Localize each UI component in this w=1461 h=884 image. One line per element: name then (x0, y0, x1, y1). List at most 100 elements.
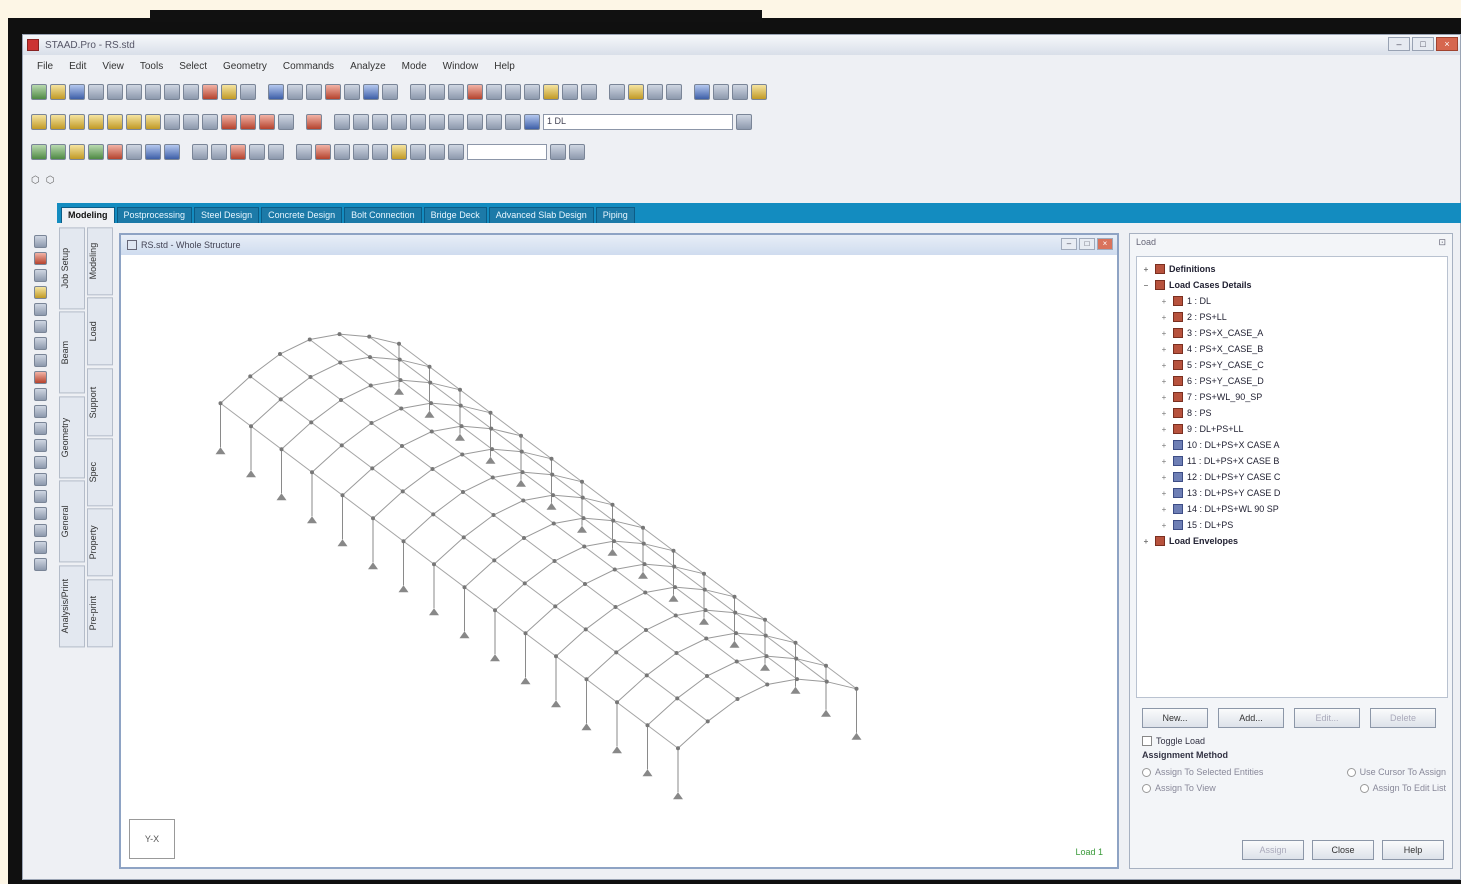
menu-mode[interactable]: Mode (394, 61, 435, 72)
mirror-icon[interactable] (524, 84, 540, 100)
tool-report-icon[interactable] (33, 541, 47, 554)
render-icon[interactable] (694, 84, 710, 100)
assign-button[interactable]: Assign (1242, 840, 1304, 860)
tree-load-combination[interactable]: +13 : DL+PS+Y CASE D (1141, 485, 1443, 501)
tool-output-icon[interactable] (33, 558, 47, 571)
copy-icon[interactable] (164, 84, 180, 100)
dimension-icon[interactable] (543, 84, 559, 100)
plate-icon[interactable] (363, 84, 379, 100)
add-plate-icon[interactable] (69, 144, 85, 160)
translate-icon[interactable] (278, 114, 294, 130)
open-file-icon[interactable] (50, 84, 66, 100)
renumber-icon[interactable] (230, 144, 246, 160)
tool-spec-icon[interactable] (33, 439, 47, 452)
print-icon[interactable] (88, 84, 104, 100)
edit-button[interactable]: Edit... (1294, 708, 1360, 728)
select-nodes-icon[interactable] (410, 84, 426, 100)
tab-concrete-design[interactable]: Concrete Design (261, 207, 343, 223)
tool-select-icon[interactable] (33, 235, 47, 248)
model-viewport[interactable]: RS.std - Whole Structure – □ × Y-X Load … (119, 233, 1119, 869)
tab-modeling[interactable]: Modeling (61, 207, 115, 223)
vtab-beam[interactable]: Beam (59, 311, 85, 394)
view-bottom-icon[interactable] (126, 114, 142, 130)
close-icon[interactable]: × (1436, 37, 1458, 51)
tool-group-icon[interactable] (33, 320, 47, 333)
rotate-z-icon[interactable] (202, 114, 218, 130)
tree-load-combination[interactable]: +11 : DL+PS+X CASE B (1141, 453, 1443, 469)
menu-help[interactable]: Help (486, 61, 523, 72)
label-plates-icon[interactable] (334, 144, 350, 160)
label-specs-icon[interactable] (410, 144, 426, 160)
expand-icon[interactable]: + (1159, 521, 1169, 530)
select-plates-icon[interactable] (448, 84, 464, 100)
tool-property-icon[interactable] (33, 456, 47, 469)
close-button[interactable]: Close (1312, 840, 1374, 860)
paste-icon[interactable] (183, 84, 199, 100)
load-icon[interactable] (524, 114, 540, 130)
new-button[interactable]: New... (1142, 708, 1208, 728)
expand-icon[interactable]: + (1159, 489, 1169, 498)
circular-repeat-icon[interactable] (126, 144, 142, 160)
menu-file[interactable]: File (29, 61, 61, 72)
grid-icon[interactable] (287, 84, 303, 100)
label-select[interactable] (467, 144, 547, 160)
zoom-dynamic-icon[interactable] (391, 114, 407, 130)
snap-icon[interactable] (306, 84, 322, 100)
menu-select[interactable]: Select (171, 61, 215, 72)
vtab-pre-print[interactable]: Pre-print (87, 578, 113, 647)
label-supports-icon[interactable] (353, 144, 369, 160)
tool-member-icon[interactable] (33, 388, 47, 401)
expand-icon[interactable]: + (1141, 537, 1151, 546)
tree-load-case[interactable]: +9 : DL+PS+LL (1141, 421, 1443, 437)
tree-load-envelopes[interactable]: + Load Envelopes (1141, 533, 1443, 549)
rotate-icon[interactable] (505, 84, 521, 100)
assign-view-option[interactable]: Assign To View (1142, 783, 1216, 794)
vtab-property[interactable]: Property (87, 508, 113, 577)
tool-material-icon[interactable] (33, 473, 47, 486)
load-tree[interactable]: + Definitions – Load Cases Details +1 : … (1136, 256, 1448, 698)
split-beam-icon[interactable] (164, 144, 180, 160)
rotate-y-icon[interactable] (183, 114, 199, 130)
label-properties-icon[interactable] (391, 144, 407, 160)
viewport-close-icon[interactable]: × (1097, 238, 1113, 250)
viewport-minimize-icon[interactable]: – (1061, 238, 1077, 250)
insert-node-icon[interactable] (145, 144, 161, 160)
tree-definitions[interactable]: + Definitions (1141, 261, 1443, 277)
vtab-geometry[interactable]: Geometry (59, 395, 85, 479)
tree-load-case[interactable]: +8 : PS (1141, 405, 1443, 421)
expand-icon[interactable]: + (1159, 457, 1169, 466)
expand-icon[interactable]: + (1159, 345, 1169, 354)
view-icon[interactable] (268, 84, 284, 100)
display-view-icon[interactable] (486, 114, 502, 130)
expand-icon[interactable]: + (1159, 505, 1169, 514)
view-back-icon[interactable] (50, 114, 66, 130)
label-icon[interactable] (562, 84, 578, 100)
zoom-icon[interactable] (221, 84, 237, 100)
tab-bridge-deck[interactable]: Bridge Deck (423, 207, 487, 223)
zoom-out-icon[interactable] (353, 114, 369, 130)
magnify-icon[interactable] (448, 114, 464, 130)
pan-icon[interactable] (240, 84, 256, 100)
properties-icon[interactable] (732, 84, 748, 100)
translational-repeat-icon[interactable] (107, 144, 123, 160)
view-left-icon[interactable] (69, 114, 85, 130)
command-icon-b[interactable]: ⬡ (46, 175, 55, 191)
expand-icon[interactable]: + (1159, 377, 1169, 386)
tab-advanced-slab-design[interactable]: Advanced Slab Design (488, 207, 594, 223)
pin-icon[interactable]: ⊡ (1438, 237, 1446, 249)
cut-icon[interactable] (145, 84, 161, 100)
spin-left-icon[interactable] (221, 114, 237, 130)
tab-piping[interactable]: Piping (595, 207, 635, 223)
query-icon[interactable] (505, 114, 521, 130)
display-icon[interactable] (581, 84, 597, 100)
move-icon[interactable] (486, 84, 502, 100)
graph-icon[interactable] (666, 84, 682, 100)
expand-icon[interactable]: + (1159, 473, 1169, 482)
vtab-load[interactable]: Load (87, 297, 113, 366)
assign-edit-list-option[interactable]: Assign To Edit List (1359, 783, 1446, 794)
expand-icon[interactable]: + (1159, 409, 1169, 418)
tab-steel-design[interactable]: Steel Design (194, 207, 260, 223)
label-releases-icon[interactable] (448, 144, 464, 160)
tree-load-case[interactable]: +7 : PS+WL_90_SP (1141, 389, 1443, 405)
fit-icon[interactable] (306, 114, 322, 130)
